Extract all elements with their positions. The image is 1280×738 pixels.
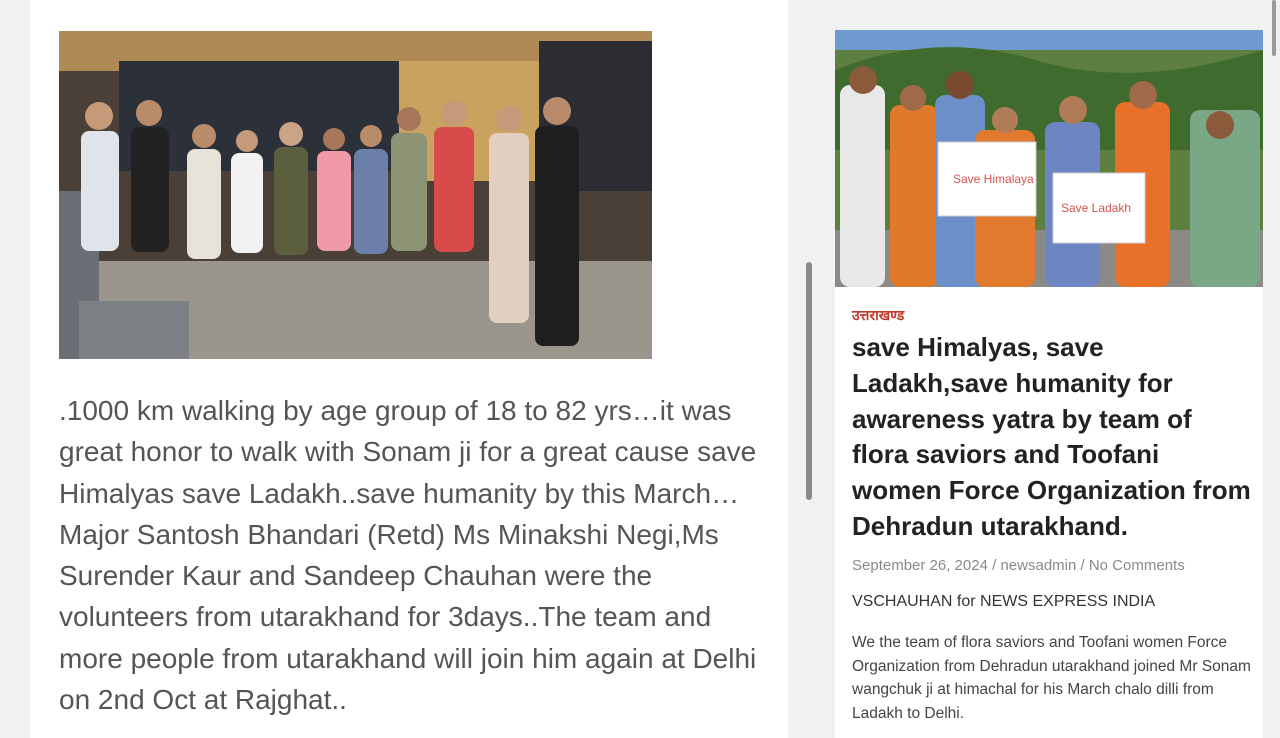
main-scrollbar[interactable] [806,262,812,500]
card-title-link[interactable]: save Himalyas, save Ladakh,save humanity… [852,330,1252,545]
banner-save-ladakh: Save Ladakh [1061,201,1131,215]
post-author[interactable]: newsadmin [1000,557,1076,574]
byline: VSCHAUHAN for NEWS EXPRESS INDIA [852,593,1156,610]
post-date[interactable]: September 26, 2024 [852,557,988,574]
group-photo [59,31,652,359]
category-link[interactable]: उत्तराखण्ड [852,306,904,325]
page-scrollbar[interactable] [1272,0,1276,56]
card-excerpt: We the team of flora saviors and Toofani… [852,634,1251,723]
card-photo[interactable]: Save Himalaya Save Ladakh [835,30,1263,287]
post-meta: September 26, 2024 / newsadmin / No Comm… [852,557,1185,574]
banner-save-himalaya: Save Himalaya [953,172,1034,186]
post-comments[interactable]: No Comments [1089,557,1185,574]
meta-separator: / [1076,557,1089,574]
meta-separator: / [987,557,1001,574]
group-photo-illustration [59,31,652,359]
related-post-card[interactable]: Save Himalaya Save Ladakh उत्तराखण्ड sav… [835,30,1263,738]
main-article-panel: .1000 km walking by age group of 18 to 8… [30,0,788,738]
card-photo-illustration: Save Himalaya Save Ladakh [835,30,1263,287]
post-body-text: .1000 km walking by age group of 18 to 8… [59,395,757,716]
